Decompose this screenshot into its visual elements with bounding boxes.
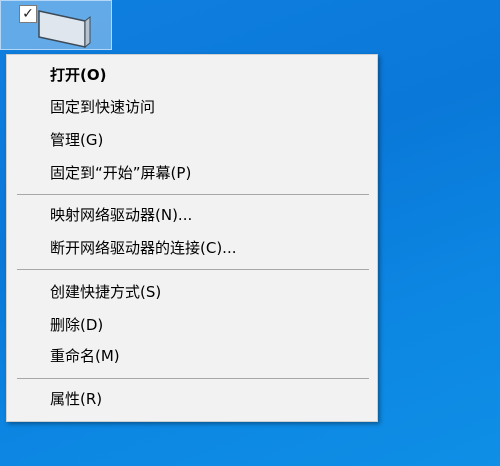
menu-separator — [17, 194, 369, 195]
menu-item-manage[interactable]: 管理(G) — [7, 125, 377, 155]
menu-item-delete[interactable]: 删除(D) — [7, 310, 377, 340]
desktop-icon-this-pc[interactable]: ✓ — [0, 0, 112, 50]
menu-item-map-network-drive[interactable]: 映射网络驱动器(N)... — [7, 200, 377, 230]
menu-item-pin-start[interactable]: 固定到“开始”屏幕(P) — [7, 158, 377, 188]
menu-item-disconnect-network-drive[interactable]: 断开网络驱动器的连接(C)... — [7, 233, 377, 263]
menu-item-rename[interactable]: 重命名(M) — [7, 341, 377, 371]
menu-item-open[interactable]: 打开(O) — [7, 60, 377, 90]
menu-separator — [17, 378, 369, 379]
menu-item-pin-quick-access[interactable]: 固定到快速访问 — [7, 92, 377, 122]
computer-icon — [38, 10, 91, 49]
menu-item-create-shortcut[interactable]: 创建快捷方式(S) — [7, 277, 377, 307]
menu-separator — [17, 269, 369, 270]
menu-item-properties[interactable]: 属性(R) — [7, 384, 377, 414]
context-menu: 打开(O) 固定到快速访问 管理(G) 固定到“开始”屏幕(P) 映射网络驱动器… — [6, 54, 378, 422]
